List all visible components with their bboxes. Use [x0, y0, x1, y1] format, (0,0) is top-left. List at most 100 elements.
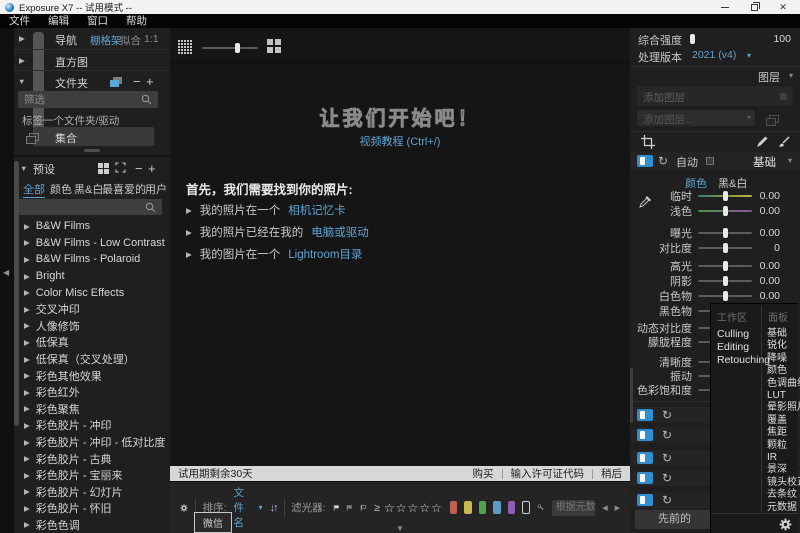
section-enable-toggle[interactable]: [637, 409, 653, 421]
preset-group[interactable]: ▶彩色其他效果: [14, 367, 170, 384]
panel-item-vignette[interactable]: 晕影照片: [767, 402, 800, 414]
sort-direction-button[interactable]: ↓↑: [270, 502, 277, 514]
preset-group[interactable]: ▶彩色红外: [14, 384, 170, 401]
preset-group[interactable]: ▶B&W Films - Low Contrast: [14, 235, 170, 252]
folder-filter-input[interactable]: 筛选: [18, 91, 158, 108]
preset-group[interactable]: ▶交叉冲印: [14, 301, 170, 318]
menu-file[interactable]: 文件: [0, 14, 39, 28]
folders-section-header[interactable]: ▼ 文件夹 − +: [14, 73, 170, 89]
menu-window[interactable]: 窗口: [78, 14, 117, 28]
reset-icon[interactable]: ↻: [662, 429, 672, 441]
new-layer-icon[interactable]: [766, 115, 778, 126]
close-button[interactable]: ✕: [771, 0, 795, 14]
shadows-slider[interactable]: [698, 280, 752, 282]
add-preset-button[interactable]: +: [148, 164, 156, 174]
contrast-slider[interactable]: [698, 247, 752, 249]
star-icon[interactable]: ☆: [407, 501, 419, 515]
preset-tab-all[interactable]: 全部: [23, 181, 45, 198]
basic-enable-toggle[interactable]: [637, 155, 653, 167]
preset-group[interactable]: ▶彩色胶片 - 冲印 - 低对比度: [14, 434, 170, 451]
restore-button[interactable]: [742, 0, 766, 14]
color-filter-green[interactable]: [479, 501, 486, 514]
temp-slider[interactable]: [698, 195, 752, 197]
preset-tab-color[interactable]: 颜色: [50, 181, 72, 197]
enter-license-link[interactable]: 输入许可证代码: [511, 466, 585, 481]
preset-search-input[interactable]: [18, 199, 162, 215]
panel-name-select[interactable]: 基础: [753, 154, 776, 170]
panel-item-sharpen[interactable]: 锐化: [767, 340, 800, 352]
color-filter-red[interactable]: [450, 501, 457, 514]
section-enable-toggle[interactable]: [637, 429, 653, 441]
reset-icon[interactable]: ↻: [662, 494, 672, 506]
settings-gear-icon[interactable]: [180, 501, 188, 515]
color-filter-blue[interactable]: [493, 501, 500, 514]
computer-drive-link[interactable]: 电脑或驱动: [311, 224, 369, 240]
star-icon[interactable]: ☆: [396, 501, 408, 515]
panel-item-overlay[interactable]: 覆盖: [767, 415, 800, 427]
layers-section-header[interactable]: 图层 ▾: [630, 69, 800, 83]
video-tutorial-link[interactable]: 视频教程 (Ctrl+/): [360, 136, 441, 148]
preset-group[interactable]: ▶彩色聚焦: [14, 401, 170, 418]
preset-group[interactable]: ▶B&W Films: [14, 218, 170, 235]
panel-item-focus[interactable]: 焦距: [767, 427, 800, 439]
auto-option-checkbox[interactable]: [706, 157, 714, 165]
expand-icon[interactable]: [115, 162, 126, 173]
slider-thumb[interactable]: [690, 34, 695, 44]
previous-button[interactable]: 先前的: [635, 510, 714, 529]
slider-thumb[interactable]: [235, 43, 240, 53]
section-enable-toggle[interactable]: [637, 494, 653, 506]
workspace-item-culling[interactable]: Culling: [717, 328, 770, 341]
pager-next-icon[interactable]: ▶: [615, 504, 620, 512]
panel-splitter-grip[interactable]: [84, 149, 100, 152]
section-enable-toggle[interactable]: [637, 472, 653, 484]
later-link[interactable]: 稍后: [601, 466, 622, 481]
exposure-slider[interactable]: [698, 232, 752, 234]
preset-group[interactable]: ▶Bright: [14, 268, 170, 285]
remove-preset-button[interactable]: −: [135, 164, 143, 174]
workspace-item-retouching[interactable]: Retouching: [717, 354, 770, 367]
right-panel-scrollbar[interactable]: [630, 368, 633, 423]
pen-icon[interactable]: [756, 136, 768, 148]
section-enable-toggle[interactable]: [637, 452, 653, 464]
menu-help[interactable]: 帮助: [117, 14, 156, 28]
pager-prev-icon[interactable]: ◀: [602, 504, 607, 512]
reset-icon[interactable]: ↻: [662, 452, 672, 464]
key-icon[interactable]: [537, 501, 544, 514]
panel-item-denoise[interactable]: 降噪: [767, 353, 800, 365]
metadata-filter-input[interactable]: 根据元数据过滤: [552, 500, 596, 516]
panel-item-tone-curve[interactable]: 色调曲线: [767, 378, 800, 390]
panel-item-destripe[interactable]: 去条纹: [767, 489, 800, 501]
presets-section-header[interactable]: ▼ 预设 − +: [14, 159, 170, 176]
reset-icon[interactable]: ↻: [662, 472, 672, 484]
settings-gear-icon[interactable]: [779, 518, 792, 531]
preset-group[interactable]: ▶B&W Films - Polaroid: [14, 251, 170, 268]
histogram-section-header[interactable]: ▶ 直方图: [14, 52, 170, 68]
panel-item-basic[interactable]: 基础: [767, 328, 800, 340]
rating-gte-icon[interactable]: ≥: [374, 502, 380, 514]
flag-pick-icon[interactable]: [333, 502, 340, 514]
preset-tab-user[interactable]: 用户: [145, 181, 167, 197]
view-mode-1to1[interactable]: 1:1: [144, 33, 159, 45]
add-layer-box[interactable]: 添加图层: [637, 86, 793, 106]
whites-slider[interactable]: [698, 295, 752, 297]
minimize-button[interactable]: [713, 0, 737, 14]
remove-folder-button[interactable]: −: [133, 77, 141, 87]
panel-item-bokeh[interactable]: 景深: [767, 464, 800, 476]
flag-unflagged-icon[interactable]: [360, 502, 367, 514]
buy-link[interactable]: 购买: [473, 466, 494, 481]
thumbnail-size-large-icon[interactable]: [267, 39, 282, 54]
view-mode-fit[interactable]: 拟合: [120, 33, 141, 48]
color-filter-yellow[interactable]: [464, 501, 471, 514]
collections-button[interactable]: 集合: [33, 127, 154, 146]
add-layer-select[interactable]: 添加图层... ▾: [637, 110, 755, 126]
reset-icon[interactable]: ↻: [662, 409, 672, 421]
preset-group[interactable]: ▶彩色色调: [14, 517, 170, 533]
preset-group[interactable]: ▶人像修饰: [14, 318, 170, 335]
preset-list-scrollbar[interactable]: [14, 161, 19, 426]
preset-group[interactable]: ▶低保真（交叉处理）: [14, 351, 170, 368]
nav-section-header[interactable]: ▶ 导航 棚格架 拟合 1:1: [14, 30, 170, 46]
preset-group[interactable]: ▶低保真: [14, 334, 170, 351]
crop-icon[interactable]: [641, 135, 655, 149]
sort-field-select[interactable]: 文件名: [234, 485, 252, 530]
menu-edit[interactable]: 编辑: [39, 14, 78, 28]
